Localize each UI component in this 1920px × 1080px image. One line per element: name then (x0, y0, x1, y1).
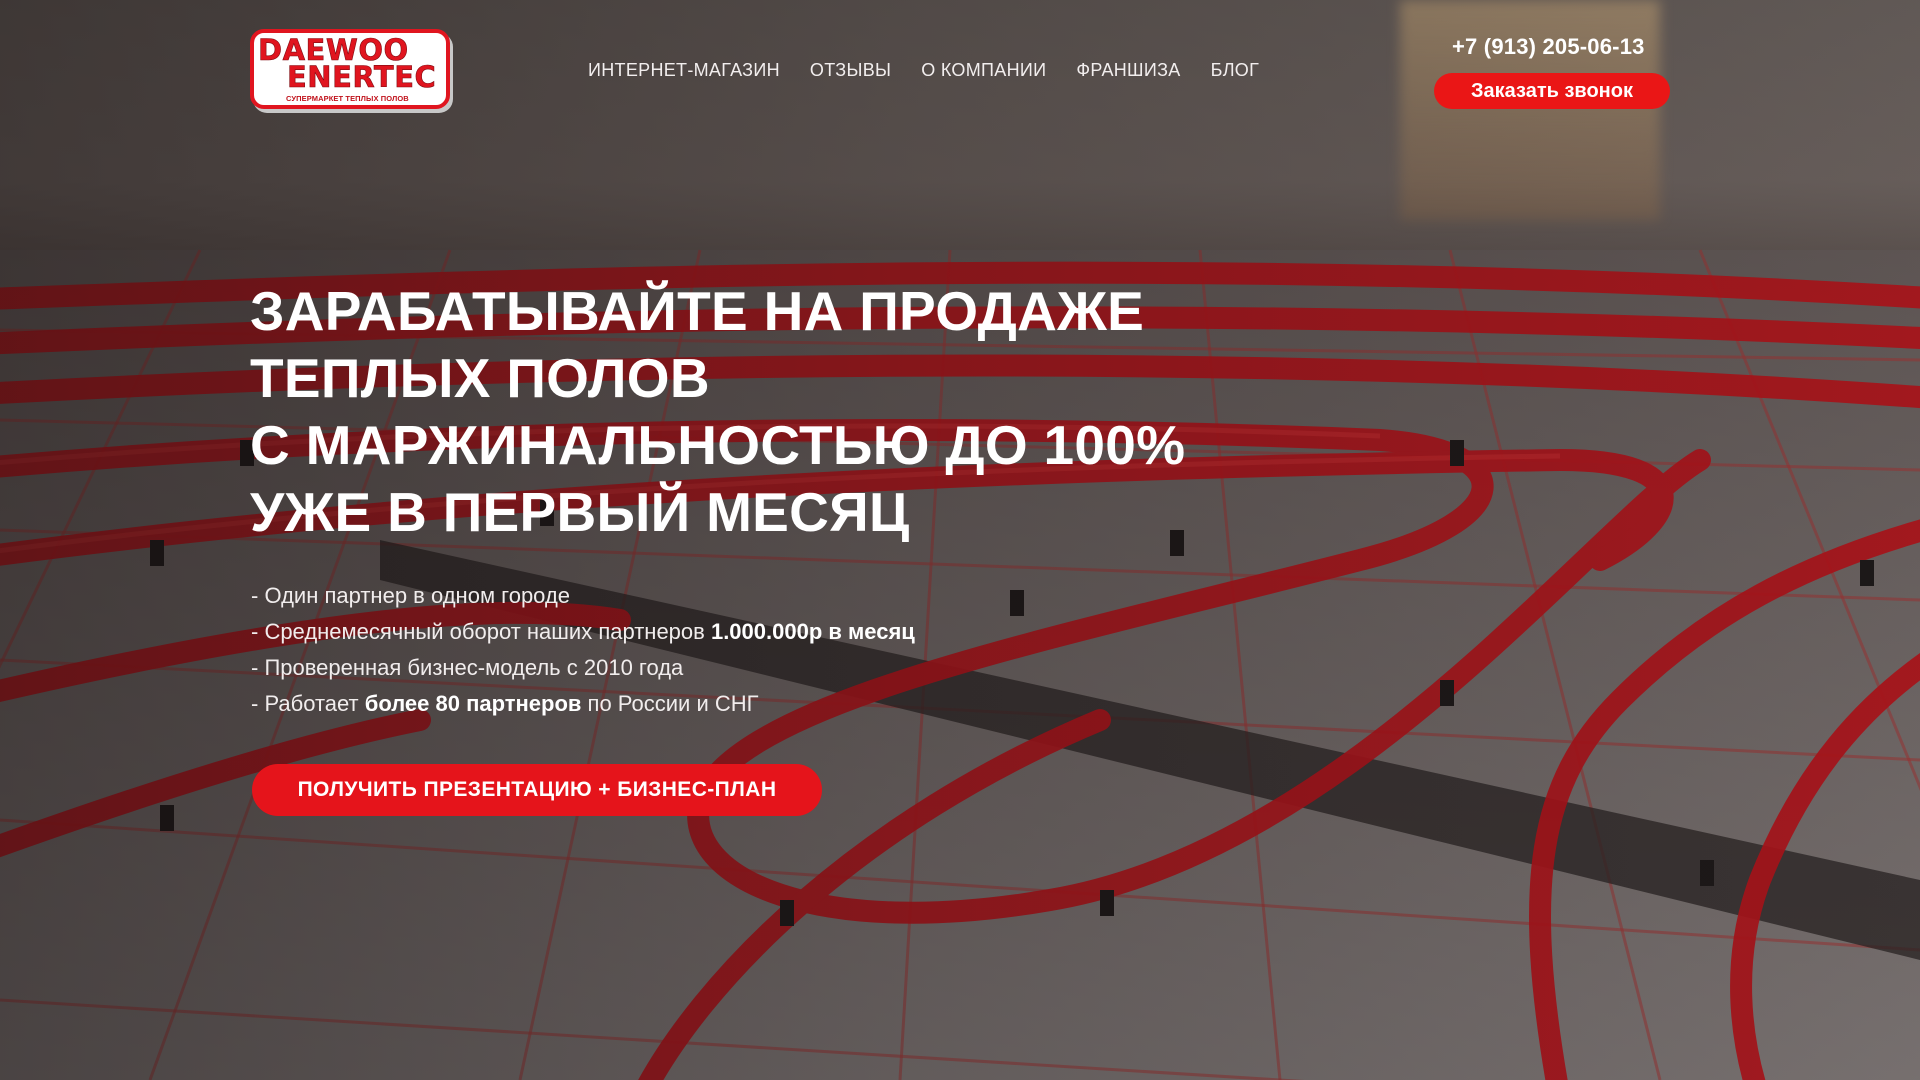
benefit-text-after: по России и СНГ (581, 691, 759, 716)
main-navigation: ИНТЕРНЕТ-МАГАЗИН ОТЗЫВЫ О КОМПАНИИ ФРАНШ… (588, 60, 1289, 81)
nav-item-about-company[interactable]: О КОМПАНИИ (921, 60, 1046, 81)
nav-item-blog[interactable]: БЛОГ (1211, 60, 1260, 81)
benefit-highlight: 1.000.000р в месяц (710, 619, 915, 644)
headline-line-1: ЗАРАБАТЫВАЙТЕ НА ПРОДАЖЕ (250, 280, 1145, 342)
get-presentation-button[interactable]: ПОЛУЧИТЬ ПРЕЗЕНТАЦИЮ + БИЗНЕС-ПЛАН (252, 764, 822, 816)
nav-item-online-store[interactable]: ИНТЕРНЕТ-МАГАЗИН (588, 60, 780, 81)
benefit-text: - Среднемесячный оборот наших партнеров (251, 619, 711, 644)
order-callback-button[interactable]: Заказать звонок (1434, 73, 1670, 109)
benefit-item: - Среднемесячный оборот наших партнеров … (251, 614, 915, 650)
benefit-text: - Один партнер в одном городе (251, 583, 571, 608)
headline-line-4: УЖЕ В ПЕРВЫЙ МЕСЯЦ (250, 481, 910, 543)
benefit-text: - Проверенная бизнес-модель с 2010 года (251, 655, 684, 680)
benefit-item: - Работает более 80 партнеров по России … (251, 686, 915, 722)
benefit-item: - Проверенная бизнес-модель с 2010 года (251, 650, 915, 686)
logo-wordmark-line2: ENERTEC (287, 60, 437, 95)
hero-headline: ЗАРАБАТЫВАЙТЕ НА ПРОДАЖЕ ТЕПЛЫХ ПОЛОВ С … (250, 278, 1185, 546)
company-logo[interactable]: DAEWOO ENERTEC СУПЕРМАРКЕТ ТЕПЛЫХ ПОЛОВ (250, 29, 456, 113)
benefits-list: - Один партнер в одном городе - Среднеме… (251, 578, 915, 722)
benefit-highlight: более 80 партнеров (364, 691, 582, 716)
benefit-item: - Один партнер в одном городе (251, 578, 915, 614)
phone-number-link[interactable]: +7 (913) 205-06-13 (1452, 34, 1645, 60)
headline-line-2: ТЕПЛЫХ ПОЛОВ (250, 347, 710, 409)
nav-item-franchise[interactable]: ФРАНШИЗА (1076, 60, 1180, 81)
benefit-text: - Работает (251, 691, 365, 716)
nav-item-reviews[interactable]: ОТЗЫВЫ (810, 60, 891, 81)
logo-tagline: СУПЕРМАРКЕТ ТЕПЛЫХ ПОЛОВ (286, 94, 409, 103)
headline-line-3: С МАРЖИНАЛЬНОСТЬЮ ДО 100% (250, 414, 1186, 476)
